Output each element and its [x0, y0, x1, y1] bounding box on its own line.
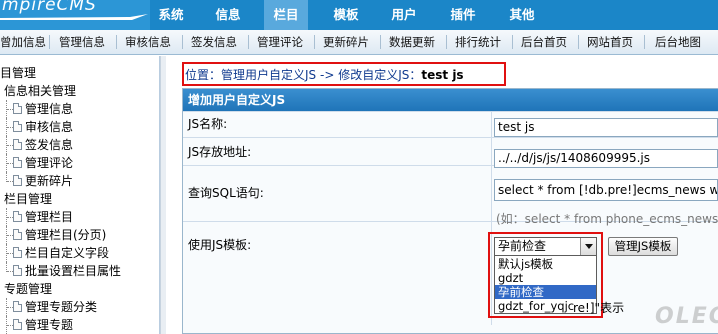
toolbar-add-info[interactable]: 曾加信息	[0, 30, 46, 54]
tree-group-info-management[interactable]: 信息相关管理	[4, 82, 76, 100]
document-icon	[13, 319, 22, 330]
toolbar-data-update[interactable]: 数据更新	[384, 30, 440, 54]
toolbar-manage-info[interactable]: 管理信息	[54, 30, 110, 54]
toolbar-divider	[578, 35, 579, 49]
tree-group-topic-management[interactable]: 专题管理	[4, 280, 52, 298]
js-name-label: JS名称:	[188, 117, 228, 131]
sidebar-tree: 目管理 信息相关管理 管理信息 审核信息 签发信息 管理评论 更新碎片 栏目管理	[0, 56, 160, 334]
js-path-input[interactable]: ../../d/js/js/1408609995.js	[494, 149, 718, 168]
sidebar-item-sign-info[interactable]: 签发信息	[0, 136, 150, 154]
form-heading: 增加用户自定义JS	[183, 89, 718, 111]
manage-js-template-button[interactable]: 管理JS模板	[608, 237, 678, 256]
sidebar-item-manage-columns-paged[interactable]: 管理栏目(分页)	[0, 226, 150, 244]
sidebar-item-column-custom-fields[interactable]: 栏目自定义字段	[0, 244, 150, 262]
top-menu-user[interactable]: 用户	[382, 0, 426, 30]
breadcrumb-link-custom-js[interactable]: 管理用户自定义JS	[221, 68, 316, 82]
sidebar-item-label: 管理栏目(分页)	[25, 228, 107, 242]
tree-group-label: 信息相关管理	[4, 84, 77, 98]
tree-group-label: 目管理	[0, 66, 37, 80]
document-icon	[13, 211, 22, 222]
toolbar-admin-map[interactable]: 后台地图	[650, 30, 706, 54]
js-name-input[interactable]: test js	[494, 118, 718, 137]
toolbar-divider	[446, 35, 447, 49]
toolbar-sign-info[interactable]: 签发信息	[186, 30, 242, 54]
breadcrumb-current: test js	[421, 68, 464, 82]
sidebar-item-manage-info[interactable]: 管理信息	[0, 100, 150, 118]
sidebar-item-label: 管理专题分类	[25, 300, 98, 314]
template-label: 使用JS模板:	[188, 238, 252, 252]
sidebar-item-label: 栏目自定义字段	[25, 246, 110, 260]
breadcrumb-separator: ：	[409, 68, 422, 82]
breadcrumb-arrow: ->	[316, 68, 339, 82]
tree-group-column-mgmt[interactable]: 栏目管理	[4, 190, 52, 208]
breadcrumb: 位置：管理用户自定义JS -> 修改自定义JS：test js	[185, 66, 464, 83]
logo-band: mpireCMS	[0, 0, 150, 30]
document-icon	[13, 157, 22, 168]
top-menu-column[interactable]: 栏目	[264, 0, 308, 30]
toolbar-admin-home[interactable]: 后台首页	[516, 30, 572, 54]
sidebar-item-manage-columns[interactable]: 管理栏目	[0, 208, 150, 226]
sidebar-item-review-info[interactable]: 审核信息	[0, 118, 150, 136]
document-icon	[13, 301, 22, 312]
top-menu-other[interactable]: 其他	[500, 0, 544, 30]
sidebar-item-label: 批量设置栏目属性	[25, 264, 122, 278]
sidebar-item-label: 审核信息	[25, 120, 74, 134]
breadcrumb-prefix: 位置：	[185, 68, 222, 82]
toolbar-manage-comments[interactable]: 管理评论	[252, 30, 308, 54]
sql-input[interactable]: select * from [!db.pre!]ecms_news whe	[494, 179, 718, 201]
document-icon	[13, 175, 22, 186]
js-path-label: JS存放地址:	[188, 145, 252, 159]
toolbar-divider	[248, 35, 249, 49]
toolbar-update-fragments[interactable]: 更新碎片	[318, 30, 374, 54]
sql-example-hint: (如：select * from phone_ecms_news w	[496, 212, 718, 226]
toolbar-divider	[512, 35, 513, 49]
sql-label: 查询SQL语句:	[188, 186, 264, 200]
sidebar-item-label: 更新碎片	[25, 174, 74, 188]
tree-group-label: 专题管理	[4, 282, 53, 296]
toolbar-divider	[49, 35, 50, 49]
breadcrumb-link-edit-js[interactable]: 修改自定义JS	[338, 68, 409, 82]
sidebar-scrollbar[interactable]	[160, 56, 166, 334]
template-row-text: re!]"表示	[573, 301, 625, 315]
tree-group-label: 栏目管理	[4, 192, 53, 206]
sidebar-item-label: 管理专题	[25, 318, 74, 332]
watermark: OLEOU	[655, 304, 718, 329]
sidebar-item-manage-comments[interactable]: 管理评论	[0, 154, 150, 172]
toolbar-divider	[182, 35, 183, 49]
toolbar-review-info[interactable]: 审核信息	[120, 30, 176, 54]
document-icon	[13, 229, 22, 240]
sidebar-item-label: 管理栏目	[25, 210, 74, 224]
document-icon	[13, 139, 22, 150]
shortcut-toolbar: 曾加信息 管理信息 审核信息 签发信息 管理评论 更新碎片 数据更新 排行统计 …	[0, 30, 718, 55]
document-icon	[13, 247, 22, 258]
sidebar-item-manage-topics[interactable]: 管理专题	[0, 316, 150, 334]
sidebar-item-update-fragments[interactable]: 更新碎片	[0, 172, 150, 190]
toolbar-divider	[116, 35, 117, 49]
sidebar-item-manage-topic-categories[interactable]: 管理专题分类	[0, 298, 150, 316]
sidebar-item-label: 管理信息	[25, 102, 74, 116]
top-menu-template[interactable]: 模板	[324, 0, 368, 30]
toolbar-divider	[380, 35, 381, 49]
logo: mpireCMS	[2, 0, 97, 15]
top-menu-system[interactable]: 系统	[149, 0, 193, 30]
sidebar-item-label: 签发信息	[25, 138, 74, 152]
toolbar-divider	[314, 35, 315, 49]
tree-group-column-management[interactable]: 目管理	[0, 64, 36, 82]
top-menu-info[interactable]: 信息	[206, 0, 250, 30]
document-icon	[13, 265, 22, 276]
document-icon	[13, 103, 22, 114]
document-icon	[13, 121, 22, 132]
sidebar-item-label: 管理评论	[25, 156, 74, 170]
sidebar-item-batch-column-attrs[interactable]: 批量设置栏目属性	[0, 262, 150, 280]
top-menu-plugin[interactable]: 插件	[441, 0, 485, 30]
top-navigation-bar: mpireCMS 系统 信息 栏目 模板 用户 插件 其他	[0, 0, 718, 30]
toolbar-ranking-stats[interactable]: 排行统计	[450, 30, 506, 54]
toolbar-divider	[644, 35, 645, 49]
toolbar-site-home[interactable]: 网站首页	[582, 30, 638, 54]
